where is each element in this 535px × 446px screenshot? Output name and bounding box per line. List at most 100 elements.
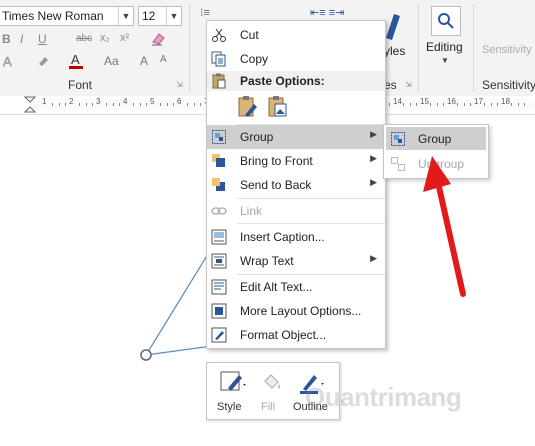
ruler-number: 18	[501, 97, 510, 106]
ruler-tick	[416, 103, 418, 106]
ruler-number: 17	[474, 97, 483, 106]
link-icon	[211, 203, 227, 219]
text-effects-icon[interactable]: A	[2, 54, 18, 70]
paste-options-label: Paste Options:	[240, 74, 325, 88]
ruler-number: 5	[150, 97, 155, 106]
style-button-label[interactable]: Style	[217, 401, 241, 413]
bullets-icon[interactable]: ⁝≡	[200, 6, 210, 19]
ruler-tick	[166, 103, 168, 106]
font-group-label: Font	[68, 78, 93, 92]
ruler-tick	[436, 103, 438, 106]
menu-item-more-layout-options[interactable]: More Layout Options...	[207, 299, 385, 323]
ruler-tick	[490, 103, 492, 106]
menu-item-cut[interactable]: Cut	[207, 23, 385, 47]
menu-item-copy[interactable]: Copy	[207, 47, 385, 71]
change-case-icon[interactable]: Aa	[104, 54, 119, 68]
context-menu: Cut Copy Paste Options: Group ▶ Bring to…	[206, 20, 386, 349]
menu-item-label: More Layout Options...	[240, 304, 362, 318]
menu-item-edit-alt-text[interactable]: Edit Alt Text...	[207, 275, 385, 299]
indent-marker-icon[interactable]	[23, 96, 37, 114]
ruler-number: 6	[177, 97, 182, 106]
ruler-tick	[443, 103, 445, 106]
underline-button[interactable]: U	[38, 32, 47, 46]
subscript-button[interactable]: x₂	[100, 32, 110, 44]
superscript-button[interactable]: x²	[120, 32, 129, 44]
menu-item-group[interactable]: Group ▶	[207, 125, 385, 149]
chevron-right-icon: ▶	[370, 177, 377, 187]
font-color-button[interactable]: A	[68, 52, 86, 70]
wrap-text-icon	[211, 253, 227, 269]
strikethrough-button[interactable]: abc	[76, 33, 92, 44]
ruler-tick	[193, 103, 195, 106]
layout-options-icon	[211, 303, 227, 319]
connector-line	[145, 345, 213, 356]
menu-separator	[237, 223, 385, 224]
menu-item-send-to-back[interactable]: Send to Back ▶	[207, 173, 385, 197]
menu-item-label: Bring to Front	[240, 154, 313, 168]
styles-label: yles	[384, 44, 406, 58]
search-icon[interactable]	[431, 6, 461, 36]
menu-item-insert-caption[interactable]: Insert Caption...	[207, 225, 385, 249]
chevron-down-icon[interactable]: ▼	[118, 7, 133, 25]
paste-keep-formatting-icon[interactable]	[237, 95, 259, 119]
ruler-tick	[112, 103, 114, 106]
ruler-tick	[470, 103, 472, 106]
submenu-item-group[interactable]: Group	[386, 127, 486, 150]
ruler-tick	[463, 103, 465, 106]
menu-item-label: Cut	[240, 28, 259, 42]
ruler-tick	[92, 103, 94, 106]
ruler-tick	[58, 103, 60, 106]
menu-item-bring-to-front[interactable]: Bring to Front ▶	[207, 149, 385, 173]
font-name-value: Times New Roman	[2, 9, 104, 23]
ruler-tick	[159, 103, 161, 106]
dialog-launcher-icon[interactable]: ⇲	[176, 80, 183, 89]
ungroup-icon	[390, 156, 406, 172]
ruler-number: 4	[123, 97, 128, 106]
highlight-icon[interactable]	[36, 54, 52, 68]
ruler-tick	[483, 103, 485, 106]
alt-text-icon	[211, 279, 227, 295]
editing-label[interactable]: Editing	[426, 40, 463, 54]
submenu-item-label: Group	[418, 132, 452, 146]
ruler-tick	[132, 103, 134, 106]
menu-item-format-object[interactable]: Format Object...	[207, 323, 385, 347]
ruler-tick	[186, 103, 188, 106]
group-icon	[390, 131, 406, 147]
ruler-number: 16	[447, 97, 456, 106]
ruler-tick	[146, 103, 148, 106]
menu-item-label: Format Object...	[240, 328, 327, 342]
ruler-tick	[389, 103, 391, 106]
fill-button-label[interactable]: Fill	[261, 401, 275, 413]
ruler-tick	[402, 103, 404, 106]
chevron-right-icon: ▶	[370, 253, 377, 263]
sensitivity-button[interactable]: Sensitivity	[482, 44, 532, 56]
divider	[418, 4, 419, 92]
format-object-icon	[211, 327, 227, 343]
selection-handle	[140, 349, 152, 361]
ruler-number: 2	[69, 97, 74, 106]
menu-item-wrap-text[interactable]: Wrap Text ▶	[207, 249, 385, 273]
chevron-down-icon[interactable]: ▼	[166, 7, 181, 25]
grow-font-icon[interactable]: A	[140, 54, 148, 68]
bring-to-front-icon	[211, 153, 227, 169]
ruler-tick	[105, 103, 107, 106]
fill-bucket-icon[interactable]	[259, 369, 285, 395]
chevron-down-icon[interactable]: ▼	[441, 56, 449, 65]
paste-picture-icon[interactable]	[267, 95, 289, 119]
shrink-font-icon[interactable]: A	[160, 54, 167, 65]
dialog-launcher-icon[interactable]: ⇲	[405, 80, 412, 89]
chevron-right-icon: ▶	[370, 153, 377, 163]
italic-button[interactable]: I	[20, 32, 23, 46]
indent-icon[interactable]: ⇤≡ ≡⇥	[310, 6, 344, 19]
ruler-tick	[173, 103, 175, 106]
bold-button[interactable]: B	[2, 32, 11, 46]
group-icon	[211, 129, 227, 145]
ruler-tick	[200, 103, 202, 106]
clear-formatting-icon[interactable]	[150, 32, 165, 46]
divider	[473, 4, 474, 92]
font-name-combo[interactable]: Times New Roman ▼	[0, 6, 134, 26]
paste-options-header: Paste Options:	[207, 71, 385, 91]
shape-style-icon[interactable]	[219, 369, 247, 395]
font-size-combo[interactable]: 12 ▼	[138, 6, 182, 26]
menu-item-link[interactable]: Link	[207, 199, 385, 223]
